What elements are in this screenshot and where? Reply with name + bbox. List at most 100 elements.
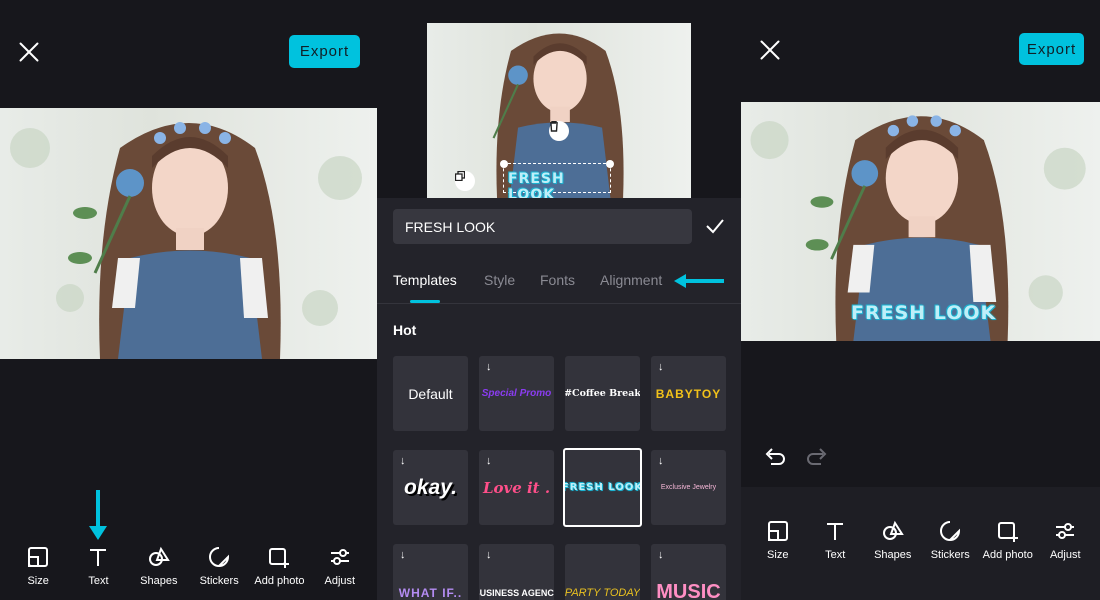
resize-handle[interactable]: [500, 160, 508, 168]
tool-label: Text: [825, 549, 846, 561]
shapes-icon: [882, 520, 904, 540]
adjust-icon: [1056, 523, 1075, 539]
template-default[interactable]: Default: [393, 356, 468, 431]
tab-alignment[interactable]: Alignment: [600, 272, 662, 288]
template-label: FRESH LOOK: [563, 482, 642, 493]
tool-label: Shapes: [874, 549, 912, 561]
stickers-icon: [940, 521, 961, 541]
download-icon: ↓: [658, 361, 664, 373]
bottom-panel: Size Text Shapes Stickers Add photo Adju…: [741, 487, 1100, 600]
check-icon[interactable]: [705, 216, 725, 236]
adjust-icon: [330, 549, 349, 565]
tool-size[interactable]: Size: [8, 546, 68, 587]
template-label: WHAT IF..: [398, 585, 463, 600]
tool-stickers[interactable]: Stickers: [922, 520, 980, 561]
template-coffee-break[interactable]: #Coffee Break: [565, 356, 640, 431]
stickers-icon: [209, 547, 230, 567]
undo-icon[interactable]: [763, 446, 785, 468]
size-icon: [28, 547, 49, 567]
text-editor-screen: FRESH LOOK FRESH LOOK Templates Style Fo…: [377, 0, 741, 600]
text-icon: [827, 523, 844, 540]
result-screen: Export FRESH LOOK Size Text Shapes Stick…: [741, 0, 1100, 600]
template-special-promo[interactable]: ↓ Special Promo: [479, 356, 554, 431]
close-icon[interactable]: [18, 41, 40, 63]
template-exclusive-jewelry[interactable]: ↓ Exclusive Jewelry: [651, 450, 726, 525]
add-photo-icon: [269, 548, 290, 568]
template-label: Special Promo: [481, 388, 552, 399]
template-label: MUSIC: [656, 581, 721, 600]
tool-text[interactable]: Text: [68, 546, 128, 587]
template-okay[interactable]: ↓ okay.: [393, 450, 468, 525]
size-icon: [767, 521, 788, 541]
redo-icon[interactable]: [807, 446, 829, 468]
portrait-image: [10, 122, 362, 359]
shapes-icon: [148, 546, 170, 566]
tool-label: Add photo: [982, 549, 1033, 561]
template-fresh-look[interactable]: FRESH LOOK: [563, 448, 642, 527]
tool-label: Stickers: [199, 575, 239, 587]
template-label: BABYTOY: [655, 386, 722, 401]
template-babytoy[interactable]: ↓ BABYTOY: [651, 356, 726, 431]
tool-stickers[interactable]: Stickers: [189, 546, 249, 587]
text-input[interactable]: FRESH LOOK: [393, 209, 692, 244]
tool-label: Adjust: [324, 575, 356, 587]
tab-fonts[interactable]: Fonts: [540, 272, 575, 288]
arrow-left-icon: [674, 274, 724, 288]
text-icon: [90, 549, 107, 566]
template-music[interactable]: ↓ MUSIC: [651, 544, 726, 600]
edit-screen: Export Size Text Shapes Stickers Add pho…: [0, 0, 377, 600]
photo-canvas[interactable]: [0, 108, 377, 359]
download-icon: ↓: [486, 361, 492, 373]
tool-label: Size: [27, 575, 49, 587]
download-icon: ↓: [658, 549, 664, 561]
bottom-toolbar: Size Text Shapes Stickers Add photo Adju…: [8, 546, 370, 587]
template-label: Exclusive Jewelry: [660, 484, 717, 491]
tool-label: Add photo: [254, 575, 305, 587]
resize-handle[interactable]: [606, 160, 614, 168]
tool-adjust[interactable]: Adjust: [1037, 520, 1095, 561]
tab-style[interactable]: Style: [484, 272, 515, 288]
bottom-toolbar: Size Text Shapes Stickers Add photo Adju…: [749, 520, 1094, 561]
tool-text[interactable]: Text: [807, 520, 865, 561]
tool-shapes[interactable]: Shapes: [864, 520, 922, 561]
tool-label: Shapes: [140, 575, 178, 587]
tool-label: Text: [88, 575, 109, 587]
tool-label: Stickers: [930, 549, 970, 561]
template-label: Default: [408, 385, 453, 402]
template-party-today[interactable]: PARTY TODAY: [565, 544, 640, 600]
tab-templates[interactable]: Templates: [393, 272, 457, 288]
tool-label: Size: [767, 549, 789, 561]
tool-add-photo[interactable]: Add photo: [249, 546, 309, 587]
export-button[interactable]: Export: [289, 35, 360, 68]
close-icon[interactable]: [759, 39, 781, 61]
template-label: Love it .: [482, 478, 551, 497]
tool-size[interactable]: Size: [749, 520, 807, 561]
tool-shapes[interactable]: Shapes: [129, 546, 189, 587]
download-icon: ↓: [486, 549, 492, 561]
template-label: okay.: [404, 475, 457, 499]
screenshot-root: Export Size Text Shapes Stickers Add pho…: [0, 0, 1100, 600]
template-what-if[interactable]: ↓ WHAT IF..: [393, 544, 468, 600]
template-business-agency[interactable]: ↓ BUSINESS AGENCY: [479, 544, 554, 600]
tool-adjust[interactable]: Adjust: [310, 546, 370, 587]
active-tab-indicator: [410, 300, 440, 303]
template-label: PARTY TODAY: [565, 586, 640, 599]
duplicate-icon[interactable]: [455, 171, 475, 191]
arrow-down-icon: [89, 490, 107, 540]
tool-label: Adjust: [1049, 549, 1081, 561]
photo-canvas[interactable]: FRESH LOOK: [741, 102, 1100, 341]
delete-icon[interactable]: [549, 121, 569, 141]
text-options-sheet: FRESH LOOK Templates Style Fonts Alignme…: [377, 198, 741, 600]
download-icon: ↓: [400, 549, 406, 561]
overlay-text[interactable]: FRESH LOOK: [851, 302, 996, 324]
template-label: #Coffee Break: [565, 388, 640, 399]
tool-add-photo[interactable]: Add photo: [979, 520, 1037, 561]
template-label: BUSINESS AGENCY: [479, 587, 554, 598]
export-button[interactable]: Export: [1019, 33, 1084, 65]
section-title: Hot: [393, 322, 417, 338]
text-selection-box[interactable]: FRESH LOOK: [500, 160, 614, 198]
template-love-it[interactable]: ↓ Love it .: [479, 450, 554, 525]
photo-preview[interactable]: FRESH LOOK: [427, 23, 691, 198]
download-icon: ↓: [486, 455, 492, 467]
add-photo-icon: [997, 522, 1018, 542]
